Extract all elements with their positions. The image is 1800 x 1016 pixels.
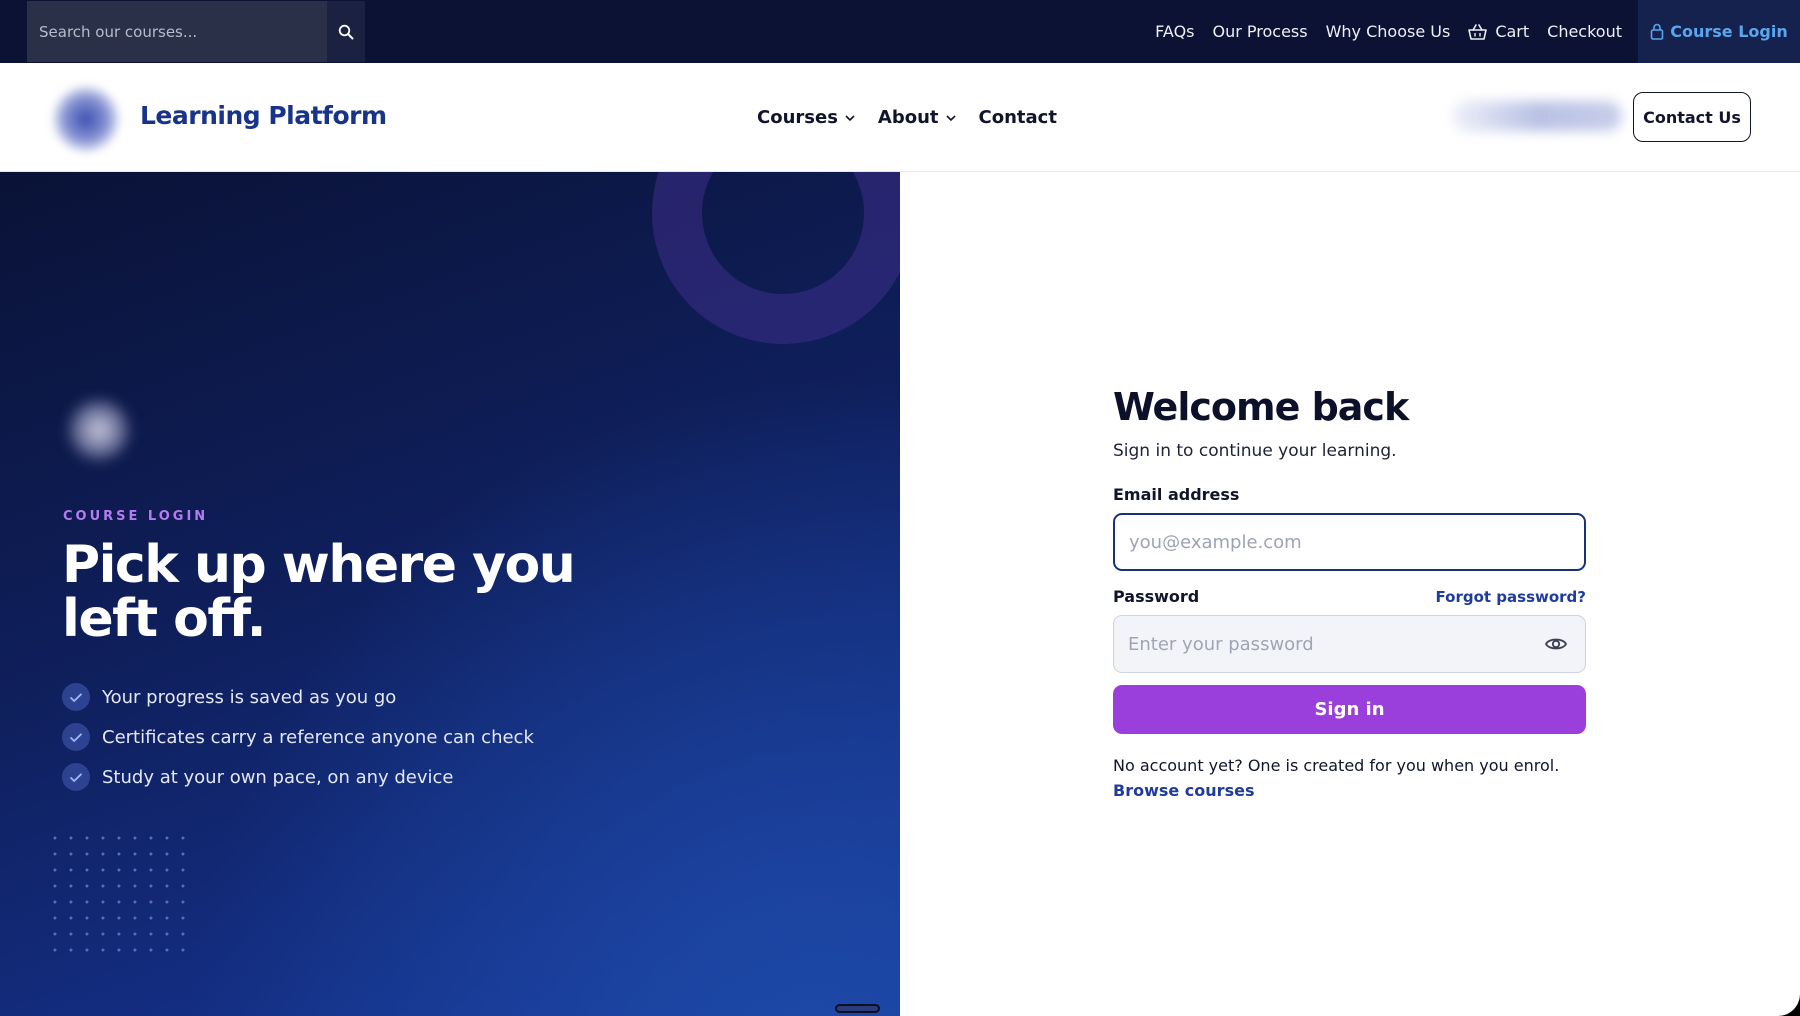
form-subtitle: Sign in to continue your learning. [1113, 441, 1397, 461]
password-field[interactable] [1113, 615, 1586, 673]
nav-about[interactable]: About [878, 107, 957, 128]
logo-image[interactable] [52, 85, 120, 153]
lock-icon [1650, 23, 1664, 40]
top-links: FAQs Our Process Why Choose Us Cart Chec… [1155, 0, 1622, 63]
password-label-row: Password Forgot password? [1113, 587, 1586, 606]
faqs-link[interactable]: FAQs [1155, 22, 1194, 41]
decorative-dot-grid [47, 830, 187, 960]
nav-courses-label: Courses [757, 107, 838, 128]
search-box [27, 1, 327, 62]
course-login-label: Course Login [1670, 22, 1788, 41]
sign-in-form: Welcome back Sign in to continue your le… [1113, 385, 1586, 800]
form-title: Welcome back [1113, 385, 1409, 429]
course-login-link[interactable]: Course Login [1638, 0, 1800, 63]
blurred-hero-image [66, 397, 132, 463]
benefit-item: Certificates carry a reference anyone ca… [62, 717, 534, 757]
decorative-ring [652, 172, 900, 344]
check-icon [62, 723, 90, 751]
main-nav: Courses About Contact [757, 63, 1057, 172]
eye-icon[interactable] [1544, 633, 1568, 655]
email-field[interactable] [1113, 513, 1586, 571]
sign-in-button[interactable]: Sign in [1113, 685, 1586, 734]
scroll-handle[interactable] [835, 1004, 880, 1013]
site-header: Learning Platform Courses About Contact … [0, 63, 1800, 172]
cart-link[interactable]: Cart [1468, 22, 1529, 41]
forgot-password-link[interactable]: Forgot password? [1436, 588, 1587, 606]
no-account-text: No account yet? One is created for you w… [1113, 756, 1560, 775]
search-button[interactable] [327, 1, 365, 62]
benefit-text: Study at your own pace, on any device [102, 766, 454, 788]
password-field-wrapper [1113, 615, 1586, 673]
email-label: Email address [1113, 485, 1240, 504]
contact-us-button[interactable]: Contact Us [1633, 92, 1751, 142]
nav-courses[interactable]: Courses [757, 107, 856, 128]
check-icon [62, 763, 90, 791]
our-process-link[interactable]: Our Process [1213, 22, 1308, 41]
benefit-text: Your progress is saved as you go [102, 686, 397, 708]
browse-courses-link[interactable]: Browse courses [1113, 781, 1254, 800]
benefit-item: Study at your own pace, on any device [62, 757, 534, 797]
checkout-link[interactable]: Checkout [1547, 22, 1622, 41]
chevron-down-icon [945, 114, 956, 121]
top-bar: FAQs Our Process Why Choose Us Cart Chec… [0, 0, 1800, 63]
nav-contact[interactable]: Contact [979, 107, 1057, 128]
nav-about-label: About [877, 107, 939, 128]
benefit-text: Certificates carry a reference anyone ca… [102, 726, 534, 748]
benefit-list: Your progress is saved as you go Certifi… [62, 677, 534, 797]
benefit-item: Your progress is saved as you go [62, 677, 534, 717]
cart-label: Cart [1495, 22, 1530, 41]
brand-name[interactable]: Learning Platform [140, 101, 387, 130]
search-icon [338, 24, 354, 39]
search-input[interactable] [27, 1, 327, 62]
chevron-down-icon [845, 114, 855, 121]
password-label: Password [1113, 587, 1200, 606]
blurred-header-element [1452, 101, 1622, 131]
hero-panel: COURSE LOGIN Pick up where you left off.… [0, 172, 900, 1016]
hero-title: Pick up where you left off. [62, 535, 576, 649]
basket-icon [1468, 23, 1488, 40]
check-icon [62, 683, 90, 711]
why-choose-us-link[interactable]: Why Choose Us [1326, 22, 1451, 41]
hero-eyebrow: COURSE LOGIN [63, 509, 209, 524]
page-frame: FAQs Our Process Why Choose Us Cart Chec… [0, 0, 1800, 1016]
